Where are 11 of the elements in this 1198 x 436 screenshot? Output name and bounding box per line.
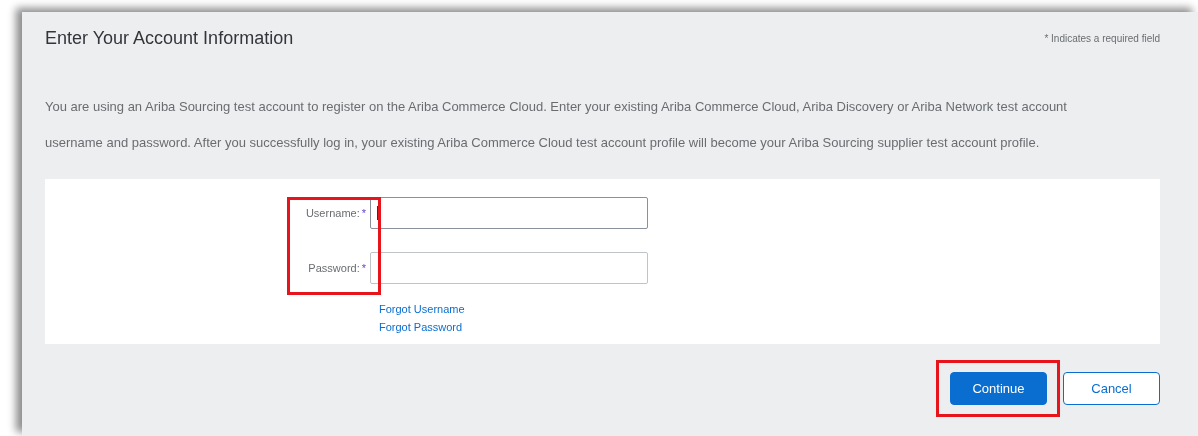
- intro-text: You are using an Ariba Sourcing test account to register on the Ariba Commerce Cloud. Enter your existing Ariba Commerce Cloud, Ariba Discovery or Ariba Network test account username and password. After you successfully log in, your existing Ariba Commerce Cloud test account profile will become your Ariba Sourcing supplier test account profile.: [45, 98, 1068, 152]
- field-label: Password: *: [307, 262, 367, 274]
- input-field[interactable]: [370, 252, 648, 284]
- page-title: Enter Your Account Information: [45, 28, 294, 49]
- field-label: Username: *: [304, 207, 367, 219]
- cancel-button[interactable]: Cancel: [1063, 372, 1160, 405]
- continue-button[interactable]: Continue: [950, 372, 1047, 405]
- forgot-link[interactable]: Forgot Password: [379, 321, 1160, 333]
- required-note: * Indicates a required field: [1044, 33, 1160, 44]
- forgot-link[interactable]: Forgot Username: [379, 303, 1160, 315]
- input-field[interactable]: [370, 197, 648, 229]
